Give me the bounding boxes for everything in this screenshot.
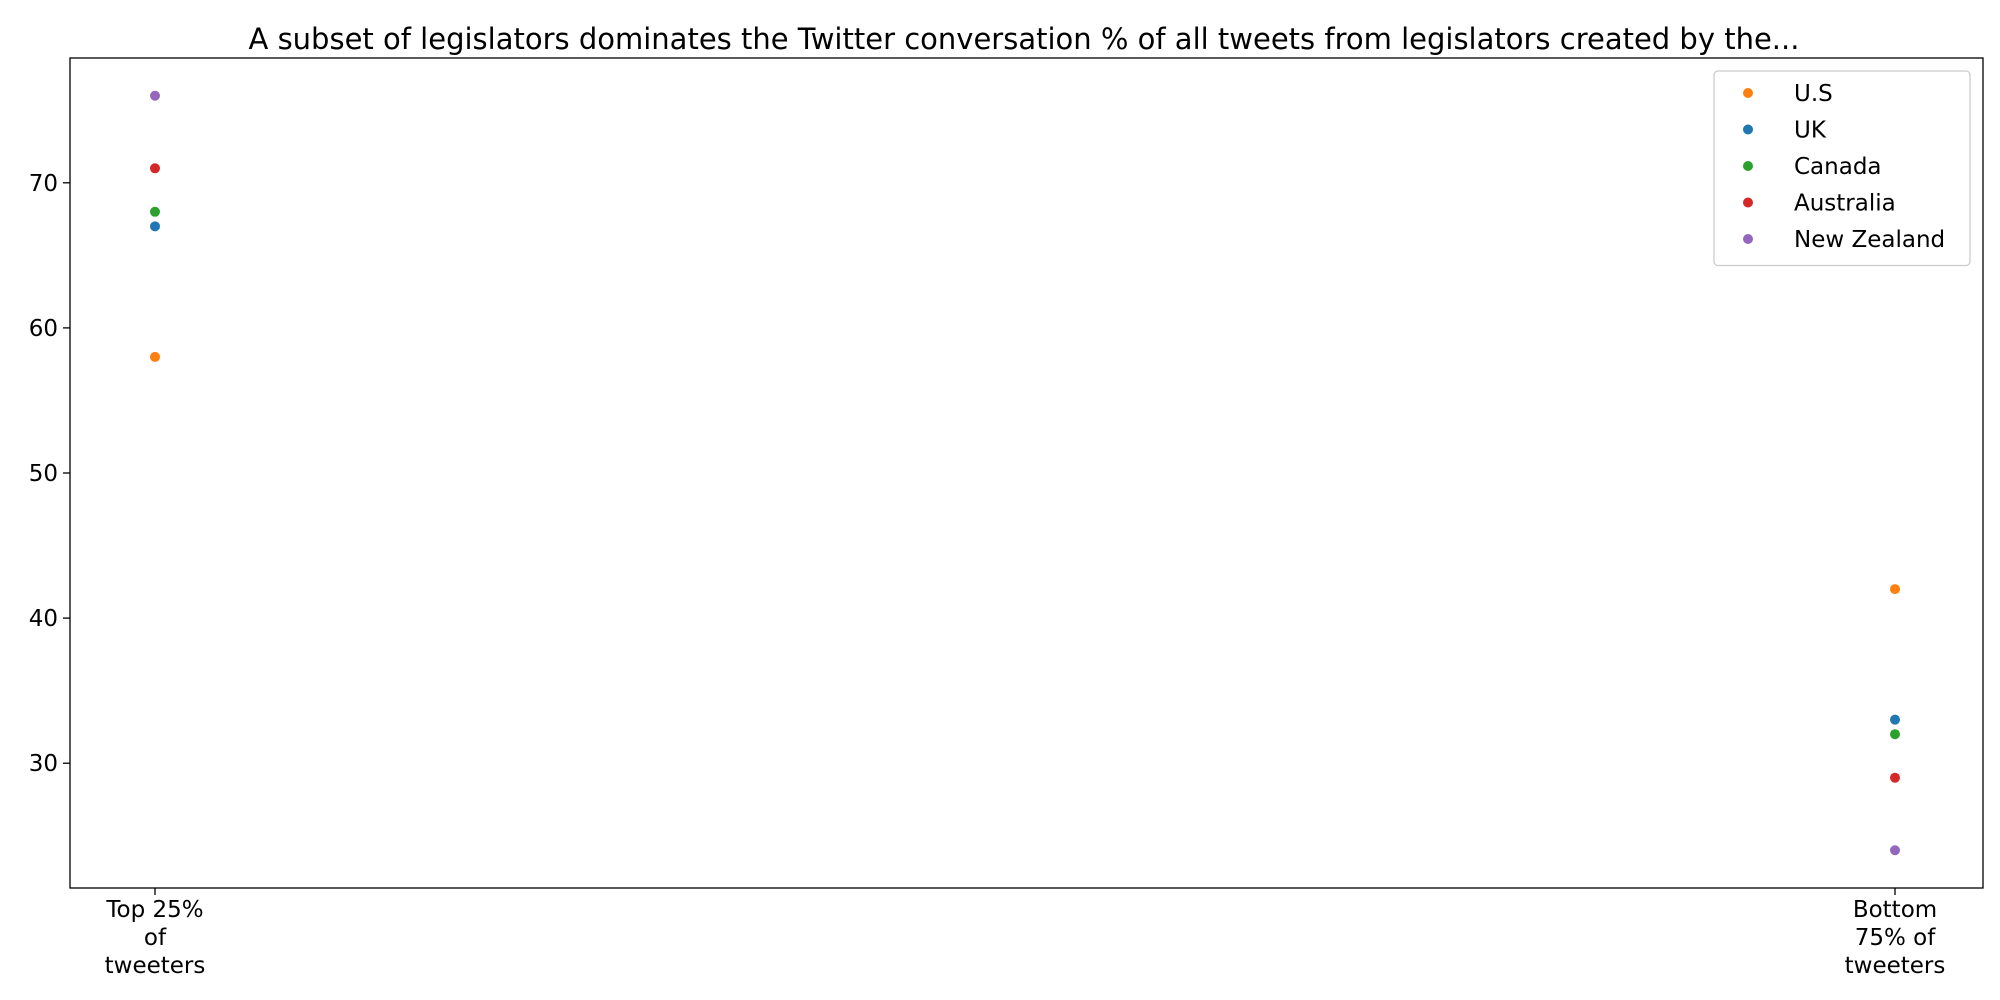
chart-container: A subset of legislators dominates the Tw… [0,0,2000,1000]
legend-label: UK [1794,118,1827,144]
x-axis: Top 25%oftweetersBottom75% oftweeters [105,888,1946,979]
x-tick-label: tweeters [105,953,206,979]
data-point[interactable] [150,90,160,101]
y-tick-label: 70 [29,171,58,197]
legend-label: U.S [1794,81,1833,107]
legend-label: New Zealand [1794,227,1945,253]
legend-marker [1743,124,1753,135]
data-point[interactable] [1890,772,1900,783]
data-point[interactable] [1890,714,1900,725]
data-point[interactable] [1890,584,1900,595]
series-uk [150,221,1900,725]
legend-label: Canada [1794,154,1882,180]
x-tick-label: Top 25% [105,897,203,923]
legend-marker [1743,197,1753,208]
legend-marker [1743,234,1753,244]
x-tick-label: of [144,925,167,951]
series-u-s [150,351,1900,595]
x-tick-label: 75% of [1855,925,1937,951]
y-axis: 30 40 50 60 70 [29,171,70,777]
series-australia [150,163,1900,783]
data-point[interactable] [150,221,160,232]
series-new-zealand [150,90,1900,856]
legend-label: Australia [1794,191,1896,217]
data-point[interactable] [150,351,160,362]
legend-marker [1743,161,1753,171]
legend[interactable]: U.S UK Canada Australia New Zealand [1713,70,1971,267]
data-point[interactable] [150,206,160,217]
series-canada [150,206,1900,740]
data-point[interactable] [1890,845,1900,856]
chart-title: A subset of legislators dominates the Tw… [249,22,1800,56]
y-tick-label: 40 [29,606,58,632]
x-tick-label: Bottom [1853,897,1937,923]
data-point[interactable] [1890,729,1900,740]
y-tick-label: 50 [29,461,58,487]
y-tick-label: 30 [29,751,58,777]
y-tick-label: 60 [29,316,58,342]
data-point[interactable] [150,163,160,174]
x-tick-label: tweeters [1845,953,1946,979]
plot-frame [69,57,1984,889]
scatter-chart: A subset of legislators dominates the Tw… [29,22,1984,979]
plot-area [150,90,1900,856]
legend-marker [1743,88,1753,98]
